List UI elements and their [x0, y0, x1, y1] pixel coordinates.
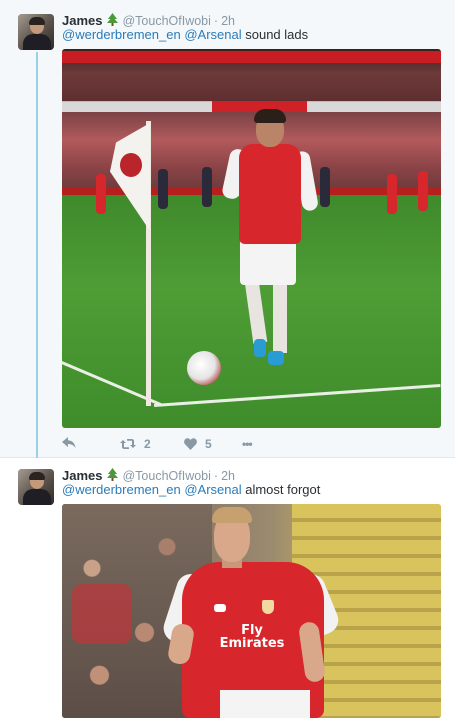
- mention-link[interactable]: @werderbremen_en: [62, 482, 181, 497]
- christmas-tree-icon: [107, 468, 119, 481]
- author-handle[interactable]: @TouchOfIwobi: [122, 469, 210, 483]
- tweet-body: sound lads: [245, 27, 309, 42]
- shirt-sponsor-text: Fly Emirates: [219, 623, 285, 651]
- retweet-icon: [120, 439, 136, 449]
- tweet-text: @werderbremen_en @Arsenal almost forgot: [62, 482, 320, 497]
- mention-link[interactable]: @werderbremen_en: [62, 27, 181, 42]
- avatar[interactable]: [18, 469, 54, 505]
- tweet-photo[interactable]: Fly Emirates: [62, 504, 441, 718]
- retweet-button[interactable]: 2: [120, 437, 151, 451]
- author-handle[interactable]: @TouchOfIwobi: [122, 14, 210, 28]
- separator: ·: [213, 469, 219, 483]
- reply-button[interactable]: [62, 437, 76, 449]
- tweet-1[interactable]: James @TouchOfIwobi · 2h @werderbremen_e…: [0, 0, 455, 458]
- more-button[interactable]: •••: [242, 437, 253, 451]
- timestamp[interactable]: 2h: [221, 14, 235, 28]
- author-name[interactable]: James: [62, 468, 102, 483]
- christmas-tree-icon: [107, 13, 119, 26]
- tweet-photo[interactable]: [62, 49, 441, 428]
- tweet-header: James @TouchOfIwobi · 2h: [62, 12, 235, 28]
- like-count: 5: [205, 437, 212, 451]
- retweet-count: 2: [144, 437, 151, 451]
- conversation-thread-line: [36, 52, 38, 467]
- like-button[interactable]: 5: [184, 437, 212, 451]
- avatar[interactable]: [18, 14, 54, 50]
- reply-icon: [62, 437, 76, 448]
- tweet-header: James @TouchOfIwobi · 2h: [62, 467, 235, 483]
- mention-link[interactable]: @Arsenal: [184, 27, 241, 42]
- tweet-text: @werderbremen_en @Arsenal sound lads: [62, 27, 308, 42]
- heart-icon: [184, 438, 197, 450]
- author-name[interactable]: James: [62, 13, 102, 28]
- tweet-actions: 2 5 •••: [62, 437, 441, 453]
- more-icon: •••: [242, 437, 253, 451]
- tweet-body: almost forgot: [245, 482, 321, 497]
- timestamp[interactable]: 2h: [221, 469, 235, 483]
- separator: ·: [213, 14, 219, 28]
- tweet-2[interactable]: James @TouchOfIwobi · 2h @werderbremen_e…: [0, 458, 455, 727]
- mention-link[interactable]: @Arsenal: [184, 482, 241, 497]
